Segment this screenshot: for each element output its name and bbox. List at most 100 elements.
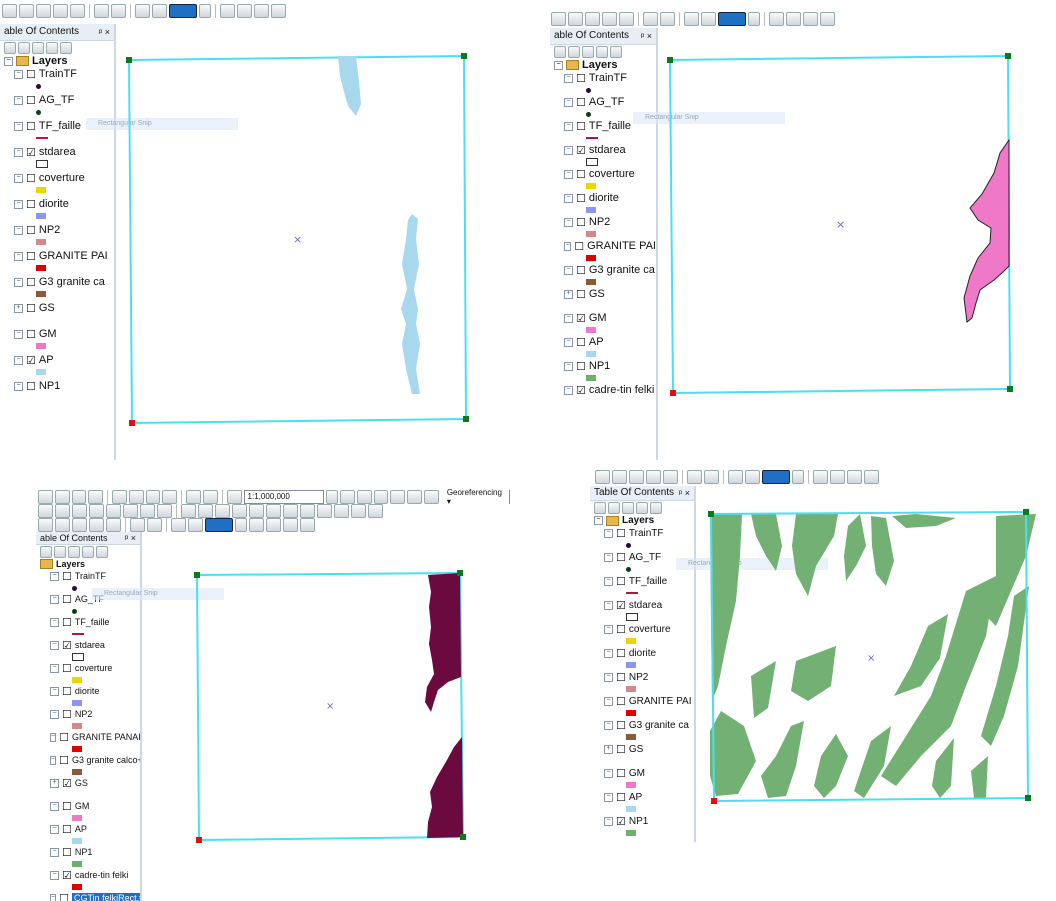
collapse-icon[interactable]: − [14, 147, 23, 157]
map-canvas[interactable]: × [696, 486, 1056, 842]
layer-visibility-checkbox[interactable]: ☐ [26, 252, 36, 263]
layer-row[interactable]: − ☐ TF_faille [604, 574, 694, 588]
layer-row[interactable]: − ☑ stdarea [14, 145, 114, 159]
np1-polygon[interactable] [871, 516, 894, 586]
np1-polygon[interactable] [751, 661, 776, 718]
tool-button[interactable] [271, 4, 286, 18]
georeferencing-menu[interactable]: Georeferencing ▾ [447, 488, 507, 506]
layer-name[interactable]: GRANITE PAI [587, 240, 656, 252]
layer-name[interactable]: NP1 [629, 816, 648, 827]
collapse-icon[interactable]: − [604, 600, 613, 610]
layer-row[interactable]: + ☐ GS [604, 742, 694, 756]
np1-polygon[interactable] [932, 738, 954, 798]
layer-visibility-checkbox[interactable]: ☐ [62, 848, 72, 859]
expand-icon[interactable]: + [604, 744, 613, 754]
tool-button[interactable] [38, 518, 53, 532]
layer-symbol[interactable] [72, 744, 140, 753]
np1-polygon[interactable] [986, 514, 1036, 626]
layer-symbol[interactable] [36, 263, 114, 273]
map-view[interactable]: Rectangular Snip × [92, 532, 510, 901]
tool-button[interactable] [745, 470, 760, 484]
layer-visibility-checkbox[interactable]: ☐ [26, 226, 36, 237]
collapse-icon[interactable]: − [4, 56, 13, 66]
layer-row[interactable]: − ☐ NP1 [50, 845, 140, 859]
collapse-icon[interactable]: − [564, 385, 573, 395]
layer-row[interactable]: − ☐ AP [50, 822, 140, 836]
collapse-icon[interactable]: − [604, 792, 613, 802]
layer-visibility-checkbox[interactable]: ☑ [576, 314, 586, 325]
collapse-icon[interactable]: − [14, 121, 23, 131]
layer-visibility-checkbox[interactable]: ☐ [62, 595, 72, 606]
layer-name[interactable]: G3 granite ca [39, 276, 105, 288]
layer-name[interactable]: GM [39, 328, 57, 340]
np1-polygon[interactable] [881, 576, 996, 786]
layer-item[interactable]: − ☐ AG_TF [0, 93, 114, 119]
np1-polygon[interactable] [844, 514, 866, 581]
layer-symbol[interactable] [36, 367, 114, 377]
layer-row[interactable]: − ☐ coverture [564, 167, 656, 181]
np1-polygon[interactable] [892, 514, 956, 528]
list-by-selection-icon[interactable] [46, 42, 58, 54]
dropdown-arrow-icon[interactable] [792, 470, 804, 484]
layer-visibility-checkbox[interactable]: ☐ [62, 825, 72, 836]
np1-polygon[interactable] [792, 514, 838, 596]
collapse-icon[interactable]: − [564, 313, 573, 323]
layer-row[interactable]: − ☐ coverture [604, 622, 694, 636]
collapse-icon[interactable]: − [50, 571, 59, 581]
layer-visibility-checkbox[interactable]: ☑ [26, 356, 36, 367]
layer-name[interactable]: AG_TF [629, 552, 661, 563]
layer-visibility-checkbox[interactable]: ☐ [616, 649, 626, 660]
layer-row[interactable]: − ☐ GM [604, 766, 694, 780]
collapse-icon[interactable]: − [14, 95, 23, 105]
layer-symbol[interactable] [36, 81, 114, 91]
collapse-icon[interactable]: − [14, 225, 23, 235]
layer-visibility-checkbox[interactable]: ☑ [576, 146, 586, 157]
layer-name[interactable]: diorite [629, 648, 656, 659]
layer-row[interactable]: − ☐ NP2 [564, 215, 656, 229]
collapse-icon[interactable]: − [14, 173, 23, 183]
layer-row[interactable]: − ☐ diorite [50, 684, 140, 698]
collapse-icon[interactable]: − [604, 672, 613, 682]
list-by-visibility-icon[interactable] [582, 46, 594, 58]
collapse-icon[interactable]: − [14, 199, 23, 209]
layer-row[interactable]: − ☐ GM [50, 799, 140, 813]
layer-visibility-checkbox[interactable]: ☐ [616, 745, 626, 756]
layer-symbol[interactable] [586, 205, 656, 215]
tool-button[interactable] [188, 518, 203, 532]
tool-button[interactable] [135, 4, 150, 18]
layer-name[interactable]: TrainTF [39, 68, 77, 80]
tool-button[interactable] [595, 470, 610, 484]
layer-name[interactable]: NP1 [75, 847, 93, 857]
layer-row[interactable]: − ☐ NP2 [14, 223, 114, 237]
layer-item[interactable]: − ☐ NP2 [550, 215, 656, 239]
layer-visibility-checkbox[interactable]: ☐ [26, 278, 36, 289]
tool-button[interactable] [368, 504, 383, 518]
layer-visibility-checkbox[interactable]: ☐ [576, 290, 586, 301]
layer-name[interactable]: coverture [75, 663, 113, 673]
tool-button[interactable] [424, 490, 439, 504]
collapse-icon[interactable]: − [14, 381, 23, 391]
layer-item[interactable]: + ☐ GS [550, 287, 656, 311]
layer-item[interactable]: − ☐ diorite [36, 684, 140, 707]
layer-item[interactable]: − ☐ AP [590, 790, 694, 814]
layer-item[interactable]: − ☐ diorite [590, 646, 694, 670]
corner-vertex[interactable] [1005, 53, 1011, 59]
collapse-icon[interactable]: − [564, 145, 573, 155]
tool-button[interactable] [786, 12, 801, 26]
tool-button[interactable] [585, 12, 600, 26]
layer-visibility-checkbox[interactable]: ☐ [26, 330, 36, 341]
layer-visibility-checkbox[interactable]: ☐ [62, 710, 72, 721]
layer-symbol[interactable] [72, 675, 140, 684]
layer-symbol[interactable] [72, 836, 140, 845]
layer-row[interactable]: − ☑ AP [14, 353, 114, 367]
layer-item[interactable]: − ☐ G3 granite ca [590, 718, 694, 742]
collapse-icon[interactable]: − [14, 69, 23, 79]
tool-button[interactable] [89, 518, 104, 532]
layer-item[interactable]: + ☐ GS [0, 301, 114, 327]
layer-name[interactable]: CGTin felkiRect.tif [71, 893, 140, 901]
layer-name[interactable]: G3 granite ca [589, 264, 655, 276]
options-icon[interactable] [610, 46, 622, 58]
layer-row[interactable]: − ☑ stdarea [564, 143, 656, 157]
map-canvas[interactable]: × [116, 24, 480, 460]
layer-visibility-checkbox[interactable]: ☐ [26, 200, 36, 211]
